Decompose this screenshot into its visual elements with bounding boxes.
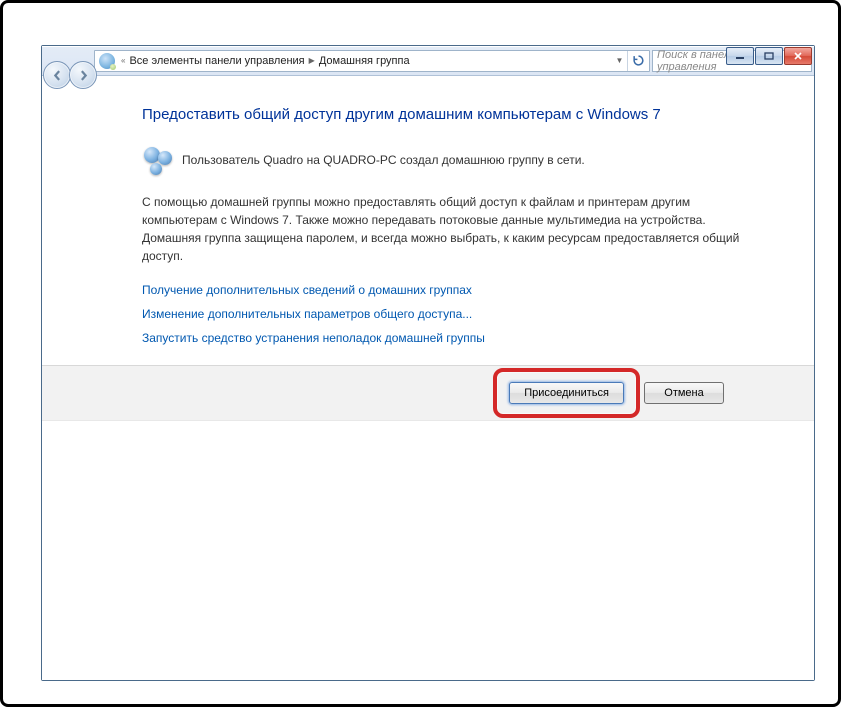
address-bar[interactable]: « Все элементы панели управления ▶ Домаш… (94, 50, 650, 72)
breadcrumb-segment-all[interactable]: Все элементы панели управления (127, 55, 306, 67)
homegroup-description: С помощью домашней группы можно предоста… (142, 193, 744, 265)
breadcrumb-root: « (119, 56, 127, 65)
join-button[interactable]: Присоединиться (509, 382, 624, 404)
homegroup-icon (142, 145, 172, 175)
homegroup-info-line: Пользователь Quadro на QUADRO-PC создал … (142, 145, 744, 175)
close-button[interactable] (784, 47, 812, 65)
cancel-button[interactable]: Отмена (644, 382, 724, 404)
address-dropdown-button[interactable]: ▼ (611, 51, 627, 71)
link-learn-more[interactable]: Получение дополнительных сведений о дома… (142, 283, 744, 297)
link-troubleshoot[interactable]: Запустить средство устранения неполадок … (142, 331, 744, 345)
toolbar: « Все элементы панели управления ▶ Домаш… (42, 46, 814, 76)
page-title: Предоставить общий доступ другим домашни… (142, 106, 744, 123)
control-panel-window: « Все элементы панели управления ▶ Домаш… (41, 45, 815, 681)
homegroup-creator-text: Пользователь Quadro на QUADRO-PC создал … (182, 153, 585, 167)
nav-buttons (43, 61, 95, 89)
empty-region (42, 420, 814, 680)
maximize-button[interactable] (755, 47, 783, 65)
caption-buttons (726, 47, 812, 65)
breadcrumb-segment-homegroup[interactable]: Домашняя группа (317, 55, 412, 67)
button-bar: Присоединиться Отмена (42, 365, 814, 420)
content-area: Предоставить общий доступ другим домашни… (42, 76, 814, 680)
homegroup-page: Предоставить общий доступ другим домашни… (42, 76, 814, 365)
nav-back-button[interactable] (43, 61, 71, 89)
refresh-button[interactable] (627, 51, 649, 71)
link-advanced-sharing[interactable]: Изменение дополнительных параметров обще… (142, 307, 744, 321)
cancel-button-label: Отмена (664, 387, 703, 399)
control-panel-icon (99, 53, 115, 69)
minimize-button[interactable] (726, 47, 754, 65)
nav-forward-button[interactable] (69, 61, 97, 89)
join-button-label: Присоединиться (524, 387, 609, 399)
links-section: Получение дополнительных сведений о дома… (142, 283, 744, 345)
chevron-right-icon: ▶ (307, 56, 317, 65)
